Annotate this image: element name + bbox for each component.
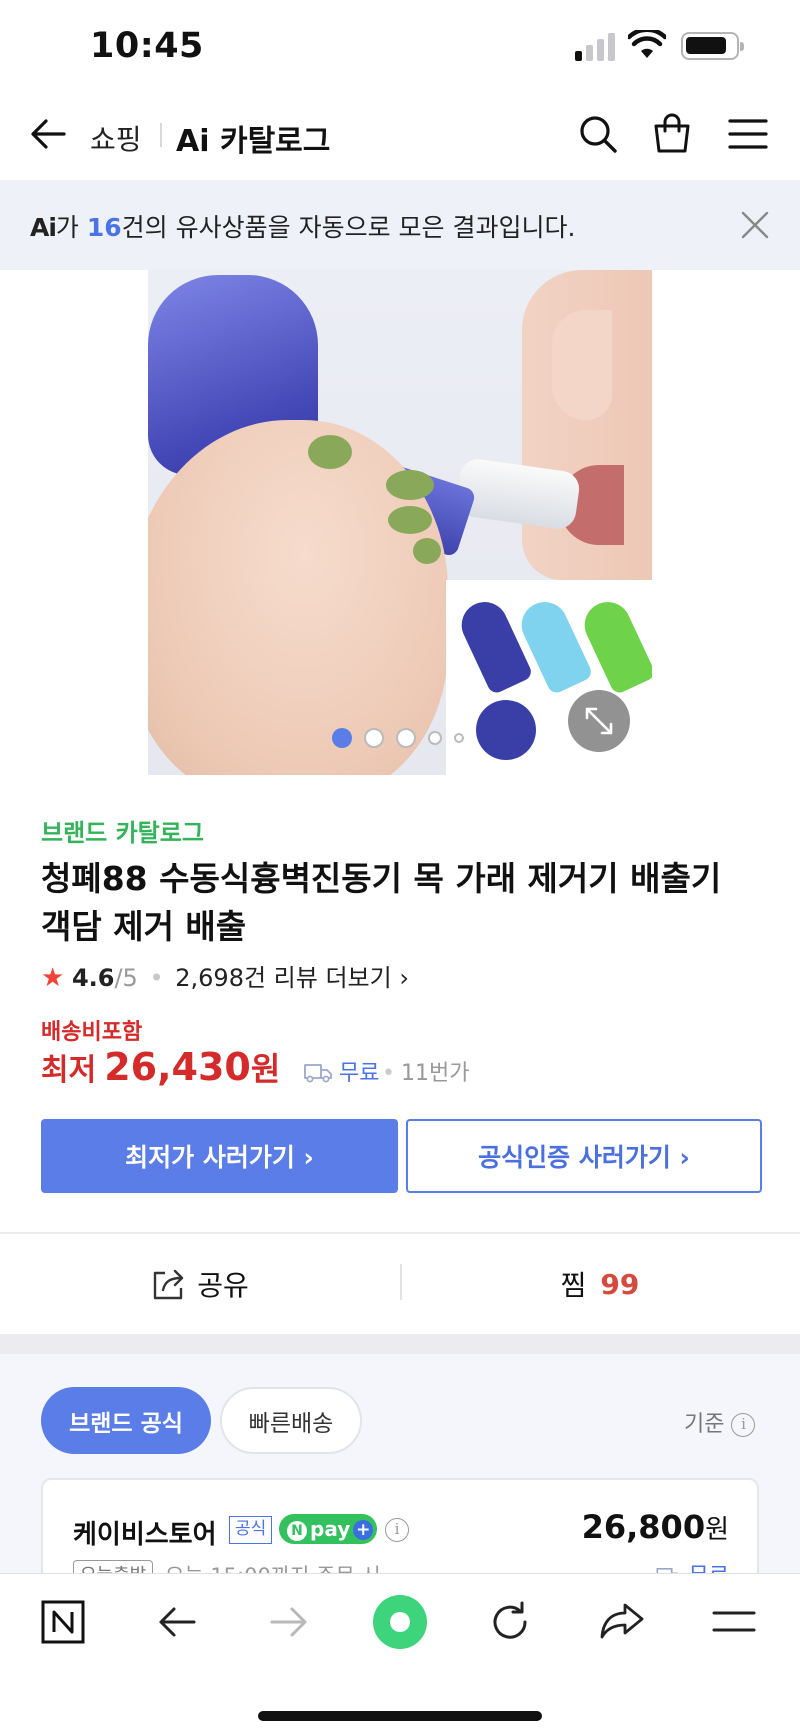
reviews-link[interactable]: 2,698건 리뷰 더보기 bbox=[175, 964, 391, 992]
nail bbox=[308, 435, 352, 469]
share-arrow-icon[interactable] bbox=[598, 1600, 646, 1642]
npay-badge: Npay + bbox=[279, 1514, 377, 1544]
price-prefix: 최저 bbox=[41, 1053, 97, 1088]
free-shipping: 무료 bbox=[304, 1055, 379, 1087]
nav-shopping-link[interactable]: 쇼핑 bbox=[90, 118, 142, 158]
npay-info-icon[interactable]: i bbox=[385, 1518, 409, 1542]
plus-icon: + bbox=[353, 1520, 374, 1540]
ai-notice-post: 건의 유사상품을 자동으로 모은 결과입니다. bbox=[121, 213, 576, 242]
free-shipping-label: 무료 bbox=[339, 1061, 380, 1086]
seller-label: 11번가 bbox=[400, 1061, 470, 1086]
catalog-label: 카탈로그 bbox=[219, 124, 331, 159]
filter-fast-delivery[interactable]: 빠른배송 bbox=[220, 1387, 362, 1454]
zzim-count: 99 bbox=[600, 1267, 640, 1301]
ai-logo: Ai bbox=[30, 213, 57, 242]
seller-name: • 11번가 bbox=[382, 1061, 470, 1086]
criteria-info[interactable]: 기준 i bbox=[684, 1406, 756, 1438]
star-icon: ★ bbox=[41, 963, 65, 993]
expand-icon bbox=[585, 707, 613, 735]
menu-icon[interactable] bbox=[728, 117, 768, 151]
nav-separator bbox=[160, 123, 162, 147]
ai-notice-banner: Ai가 16건의 유사상품을 자동으로 모은 결과입니다. bbox=[0, 180, 800, 270]
variant-skyblue bbox=[514, 594, 594, 696]
nail bbox=[388, 506, 432, 534]
home-indicator bbox=[258, 1711, 542, 1721]
gallery-dot[interactable] bbox=[332, 728, 352, 748]
back-icon[interactable] bbox=[156, 1602, 198, 1642]
price-unit: 원 bbox=[250, 1050, 281, 1088]
product-image-gallery[interactable] bbox=[148, 270, 652, 775]
shopping-bag-icon[interactable] bbox=[652, 112, 692, 154]
wifi-icon bbox=[628, 30, 666, 58]
official-badge: 공식 bbox=[229, 1516, 273, 1544]
status-time: 10:45 bbox=[90, 26, 204, 66]
variant-green bbox=[577, 594, 652, 696]
store-price-unit: 원 bbox=[705, 1515, 729, 1545]
nail bbox=[386, 470, 434, 500]
top-navigation: 쇼핑 Ai 카탈로그 bbox=[0, 90, 800, 180]
chevron-right-icon: › bbox=[399, 964, 409, 992]
share-icon bbox=[154, 1269, 184, 1300]
signal-icon bbox=[575, 33, 619, 61]
gallery-dot[interactable] bbox=[364, 728, 384, 748]
refresh-icon[interactable] bbox=[488, 1600, 532, 1644]
back-arrow-icon[interactable] bbox=[28, 114, 68, 154]
battery-icon bbox=[681, 32, 744, 60]
ai-notice-pre: 가 bbox=[55, 213, 87, 242]
store-name: 케이비스토어 bbox=[73, 1520, 217, 1550]
nav-page-title: Ai 카탈로그 bbox=[176, 116, 330, 160]
browser-toolbar bbox=[0, 1573, 800, 1731]
rating-value: 4.6 bbox=[71, 964, 115, 992]
variant-navy bbox=[454, 594, 534, 696]
rating-max: /5 bbox=[114, 964, 138, 992]
nail bbox=[413, 538, 441, 564]
naver-home-icon[interactable] bbox=[40, 1599, 86, 1645]
expand-image-button[interactable] bbox=[568, 690, 630, 752]
share-label: 공유 bbox=[197, 1269, 249, 1302]
search-icon[interactable] bbox=[578, 114, 618, 154]
price-value: 26,430 bbox=[104, 1045, 251, 1089]
forward-icon[interactable] bbox=[268, 1602, 310, 1642]
product-title: 청폐88 수동식흉벽진동기 목 가래 제거기 배출기 객담 제거 배출 bbox=[41, 859, 722, 946]
criteria-label: 기준 bbox=[684, 1412, 725, 1437]
gallery-dot[interactable] bbox=[428, 731, 442, 745]
zzim-button[interactable]: 찜 99 bbox=[400, 1234, 800, 1334]
share-button[interactable]: 공유 bbox=[0, 1234, 400, 1334]
filter-brand-official[interactable]: 브랜드 공식 bbox=[41, 1387, 211, 1454]
close-icon[interactable] bbox=[741, 211, 769, 239]
rating-row: ★ 4.6/5 • 2,698건 리뷰 더보기 › bbox=[41, 958, 409, 993]
nose-illustration bbox=[552, 310, 612, 420]
buy-official-button[interactable]: 공식인증 사러가기 › bbox=[406, 1119, 762, 1193]
shipping-included-note: 배송비포함 bbox=[41, 1020, 143, 1045]
lowest-price: 최저 26,430원 bbox=[41, 1044, 280, 1090]
zzim-label: 찜 bbox=[560, 1269, 587, 1302]
gallery-dot[interactable] bbox=[454, 733, 464, 743]
npay-logo-icon: N bbox=[287, 1521, 307, 1541]
truck-icon bbox=[304, 1064, 332, 1083]
status-bar: 10:45 bbox=[0, 0, 800, 90]
ai-notice-text: Ai가 16건의 유사상품을 자동으로 모은 결과입니다. bbox=[30, 208, 575, 244]
store-price: 26,800원 bbox=[582, 1508, 729, 1546]
buy-lowest-price-button[interactable]: 최저가 사러가기 › bbox=[41, 1119, 398, 1193]
gallery-dot[interactable] bbox=[396, 728, 416, 748]
rating-separator: • bbox=[149, 964, 164, 992]
menu-icon[interactable] bbox=[712, 1608, 756, 1636]
offers-section: 브랜드 공식 빠른배송 기준 i 케이비스토어 공식 Npay + i 26,80… bbox=[0, 1354, 800, 1618]
action-row: 공유 찜 99 bbox=[0, 1234, 800, 1334]
section-gap bbox=[0, 1334, 800, 1354]
brand-catalog-label[interactable]: 브랜드 카탈로그 bbox=[41, 813, 204, 848]
store-price-value: 26,800 bbox=[581, 1508, 706, 1546]
ai-result-count: 16 bbox=[86, 213, 122, 242]
variant-navy-2 bbox=[476, 700, 536, 760]
info-icon: i bbox=[731, 1413, 756, 1437]
npay-label: pay bbox=[310, 1517, 351, 1541]
green-dot-icon[interactable] bbox=[372, 1594, 428, 1650]
ai-label: Ai bbox=[176, 124, 210, 159]
